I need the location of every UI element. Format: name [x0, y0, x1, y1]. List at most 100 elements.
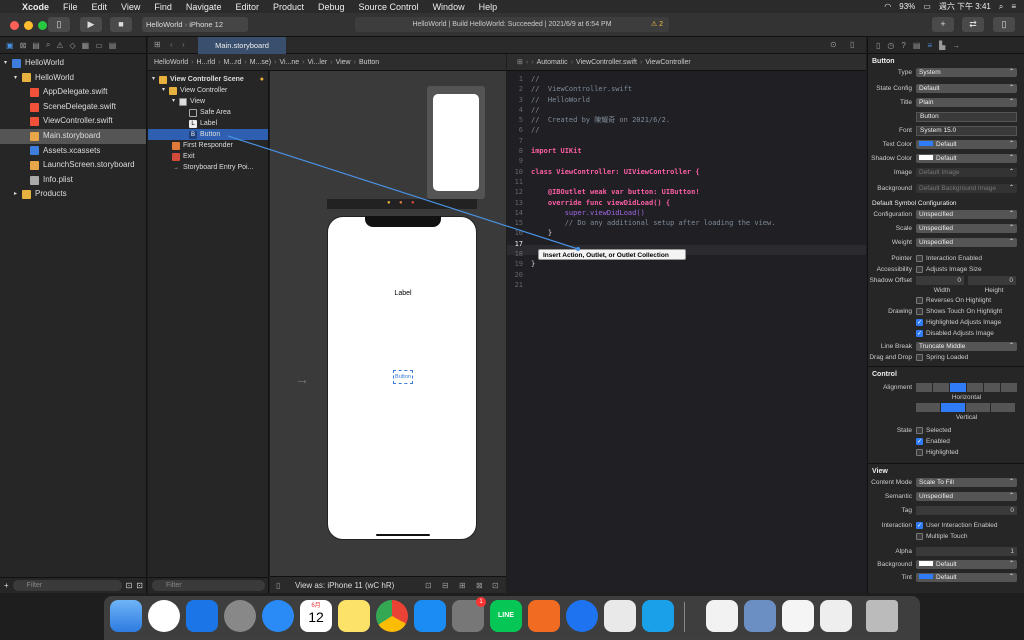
outline-item[interactable]: ▾ View Controller: [148, 85, 268, 96]
help-icon[interactable]: ?: [901, 41, 905, 50]
tree-group[interactable]: ▸ Products: [0, 187, 146, 202]
tree-file[interactable]: AppDelegate.swift: [0, 85, 146, 100]
menu-app[interactable]: Xcode: [22, 2, 49, 12]
add-icon[interactable]: +: [4, 581, 9, 590]
add-editor-icon[interactable]: ▯: [850, 40, 854, 49]
tree-file[interactable]: LaunchScreen.storyboard: [0, 158, 146, 173]
calendar-icon[interactable]: 6月 12: [300, 600, 332, 632]
accessibility-checkbox[interactable]: [916, 266, 923, 273]
inspector-toggle-icon[interactable]: ▯: [993, 17, 1015, 32]
outline-item[interactable]: First Responder: [148, 140, 268, 151]
tag-field[interactable]: 0: [916, 506, 1017, 515]
outline-item[interactable]: Exit: [148, 151, 268, 162]
menu-file[interactable]: File: [63, 2, 78, 12]
pages-icon[interactable]: [604, 600, 636, 632]
align-icon[interactable]: ⊟: [442, 577, 449, 594]
document-thumbnail-icon[interactable]: [782, 600, 814, 632]
jump-item[interactable]: Vi...ne: [279, 59, 299, 66]
menu-view[interactable]: View: [121, 2, 140, 12]
test-icon[interactable]: ◇: [69, 41, 75, 50]
valign-center-icon[interactable]: [941, 403, 965, 412]
zoom-window-button[interactable]: [38, 21, 47, 30]
identity-icon[interactable]: ▤: [913, 41, 921, 50]
size-icon[interactable]: ▙: [939, 41, 945, 50]
line-icon[interactable]: LINE: [490, 600, 522, 632]
review-changes-icon[interactable]: ⇄: [962, 17, 984, 32]
close-window-button[interactable]: [10, 21, 19, 30]
shadow-color-popup[interactable]: Default: [916, 154, 1017, 163]
minimize-window-button[interactable]: [24, 21, 33, 30]
outline-filter-input[interactable]: Filter: [152, 580, 265, 591]
content-mode-popup[interactable]: Scale To Fill: [916, 478, 1017, 487]
background-image-combo[interactable]: Default Background Image: [916, 184, 1017, 193]
jump-item[interactable]: Vi...ler: [308, 59, 328, 66]
chrome-icon[interactable]: [376, 600, 408, 632]
control-center-icon[interactable]: ≡: [1011, 2, 1016, 11]
semantic-popup[interactable]: Unspecified: [916, 492, 1017, 501]
title-text-field[interactable]: Button: [916, 111, 1017, 122]
trash-icon[interactable]: [866, 600, 898, 632]
responder-dock-icon[interactable]: ●: [399, 200, 403, 206]
notes-icon[interactable]: [338, 600, 370, 632]
textedit-icon[interactable]: [706, 600, 738, 632]
menu-help[interactable]: Help: [479, 2, 498, 12]
outline-item[interactable]: ▾ View: [148, 96, 268, 107]
valign-bottom-icon[interactable]: [966, 403, 990, 412]
phone-scene[interactable]: Label Button: [327, 216, 477, 540]
jump-item[interactable]: View: [336, 59, 351, 66]
system-preferences-icon[interactable]: 1: [452, 597, 486, 632]
split-editor-icon[interactable]: ⊙: [830, 40, 837, 49]
recent-files-icon[interactable]: ⊡: [126, 581, 133, 590]
tree-file[interactable]: SceneDelegate.swift: [0, 100, 146, 115]
reverses-checkbox[interactable]: [916, 297, 923, 304]
state-config-popup[interactable]: Default: [916, 84, 1017, 93]
run-button[interactable]: ▶: [80, 17, 102, 32]
report-icon[interactable]: ▤: [109, 41, 117, 50]
jump-item[interactable]: ViewController: [645, 59, 690, 66]
back-icon[interactable]: ‹: [170, 40, 173, 49]
align-right-icon[interactable]: [967, 383, 983, 392]
navigator-toggle-icon[interactable]: ▯: [48, 17, 70, 32]
highlighted-checkbox[interactable]: [916, 449, 923, 456]
font-field[interactable]: System 15.0: [916, 125, 1017, 136]
exit-dock-icon[interactable]: ●: [411, 200, 415, 206]
folder-icon[interactable]: ▣: [6, 41, 14, 50]
battery-percent[interactable]: 93%: [899, 2, 915, 11]
align-trailing-icon[interactable]: [1001, 383, 1017, 392]
menu-window[interactable]: Window: [433, 2, 465, 12]
tint-popup[interactable]: Default: [916, 573, 1017, 582]
downloads-stack-icon[interactable]: [820, 600, 852, 632]
alpha-field[interactable]: 1: [916, 547, 1017, 556]
menu-product[interactable]: Product: [273, 2, 304, 12]
skype-icon[interactable]: [642, 600, 674, 632]
disabled-adjusts-checkbox[interactable]: ✓: [916, 330, 923, 337]
scheme-selector[interactable]: HelloWorld › iPhone 12: [142, 17, 248, 32]
tree-file[interactable]: ViewController.swift: [0, 114, 146, 129]
spring-loaded-checkbox[interactable]: [916, 354, 923, 361]
vc-dock-icon[interactable]: ●: [387, 200, 391, 206]
safari-icon[interactable]: [262, 600, 294, 632]
xcode-icon[interactable]: [186, 600, 218, 632]
library-plus-icon[interactable]: +: [932, 17, 954, 32]
outline-item[interactable]: → Storyboard Entry Poi...: [148, 162, 268, 173]
align-leading-icon[interactable]: [984, 383, 1000, 392]
finder-icon[interactable]: [110, 600, 142, 632]
source-control-icon[interactable]: ⊠: [20, 41, 27, 50]
forward-icon[interactable]: ›: [182, 40, 185, 49]
connections-icon[interactable]: →: [952, 41, 960, 50]
vertical-alignment-segment[interactable]: [916, 403, 1015, 412]
app-store-icon[interactable]: [414, 600, 446, 632]
jump-item[interactable]: M...rd: [223, 59, 241, 66]
update-frames-icon[interactable]: ⊡: [425, 577, 432, 594]
maps-pin-icon[interactable]: [566, 600, 598, 632]
shows-touch-checkbox[interactable]: [916, 308, 923, 315]
forward-icon[interactable]: ›: [531, 59, 533, 66]
wifi-icon[interactable]: ◠: [884, 2, 891, 11]
pointer-checkbox[interactable]: [916, 255, 923, 262]
embed-icon[interactable]: ⊡: [492, 577, 499, 594]
tree-file[interactable]: Assets.xcassets: [0, 144, 146, 159]
warning-icon[interactable]: ⚠ 2: [651, 17, 663, 32]
menu-navigate[interactable]: Navigate: [186, 2, 222, 12]
symbol-icon[interactable]: ▤: [32, 41, 40, 50]
tree-file-selected[interactable]: Main.storyboard: [0, 128, 146, 144]
